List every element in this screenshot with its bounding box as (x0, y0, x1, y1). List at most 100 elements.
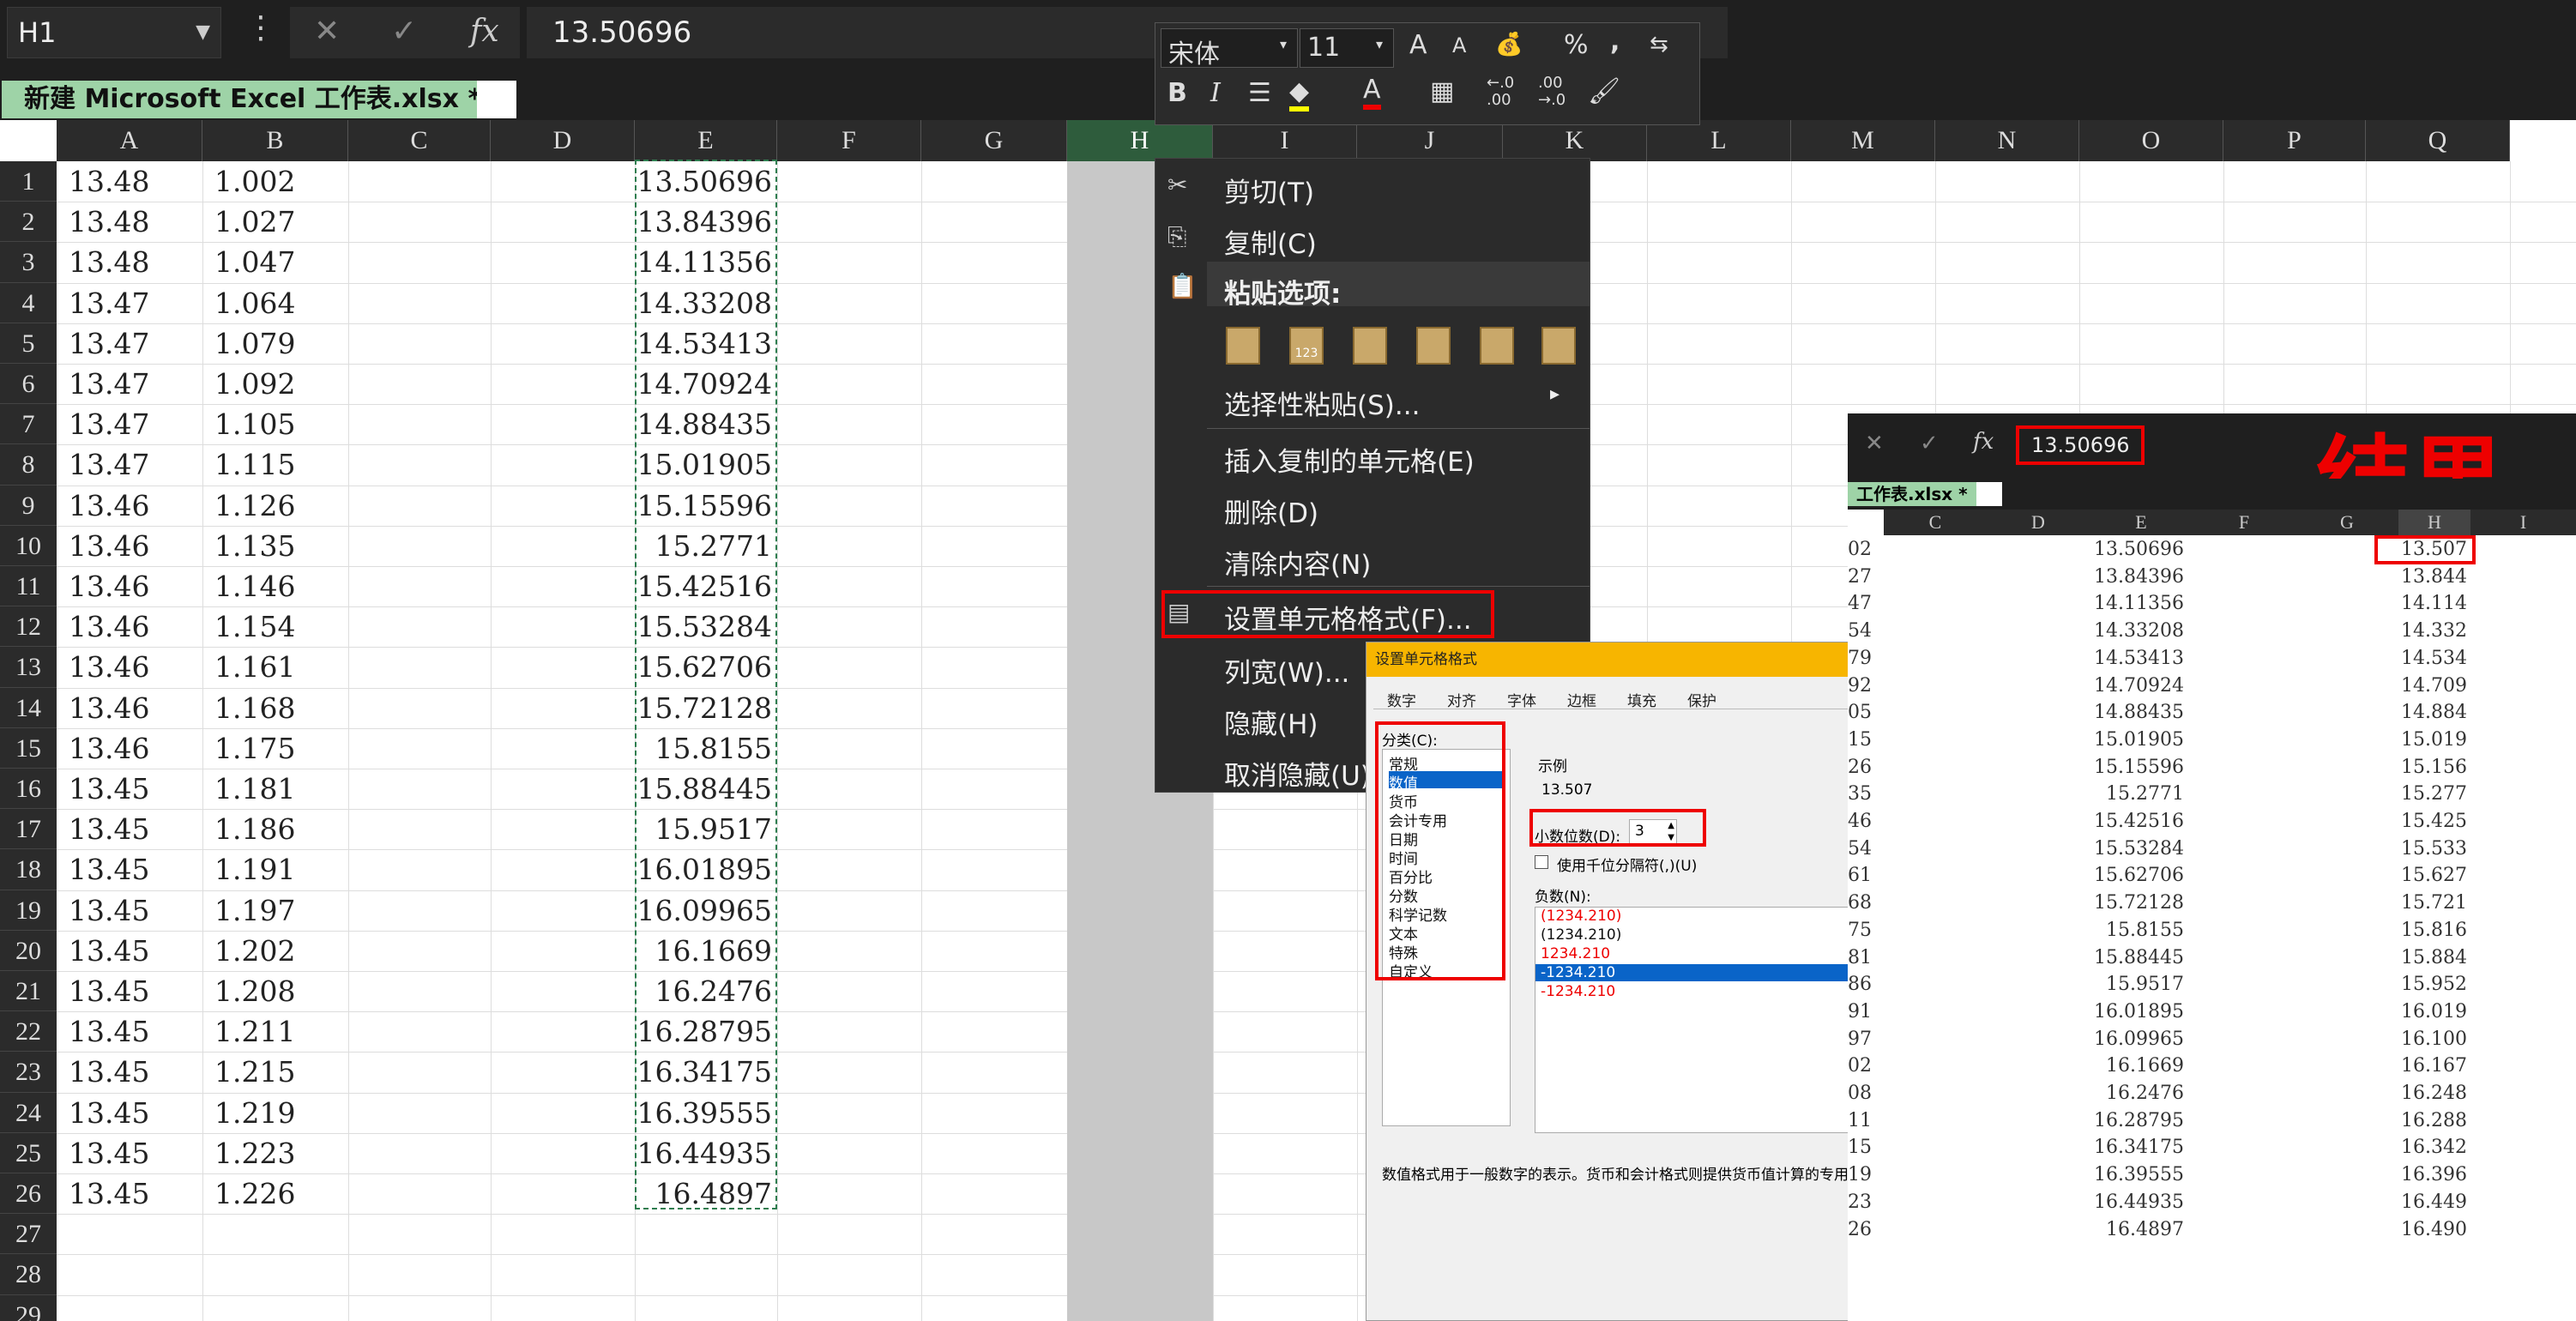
column-header-q[interactable]: Q (2366, 120, 2510, 161)
cancel-icon[interactable]: ✕ (314, 14, 340, 49)
wrap-icon[interactable]: ⇆ (1650, 32, 1668, 57)
cell[interactable]: 1.135 (214, 529, 295, 563)
column-header-f[interactable]: F (777, 120, 921, 161)
new-tab-button[interactable] (477, 81, 516, 118)
cell[interactable]: 1.175 (214, 732, 295, 765)
cell[interactable]: 13.47 (69, 327, 149, 360)
size-select[interactable]: 11 ▾ (1300, 28, 1394, 68)
row-header[interactable]: 27 (0, 1214, 57, 1255)
cell[interactable]: 1.186 (214, 812, 295, 846)
menu-column-width[interactable]: 列宽(W)... (1224, 651, 1349, 690)
row-header[interactable]: 17 (0, 809, 57, 850)
menu-cut[interactable]: 剪切(T) (1224, 171, 1314, 209)
cell[interactable]: 1.079 (214, 327, 295, 360)
row-header[interactable]: 25 (0, 1132, 57, 1173)
cell[interactable]: 13.46 (69, 691, 149, 725)
tab-font[interactable]: 字体 (1507, 689, 1536, 710)
column-header-k[interactable]: K (1503, 120, 1647, 161)
cell[interactable]: 1.223 (214, 1137, 295, 1170)
percent-icon[interactable]: % (1564, 30, 1589, 60)
cell[interactable]: 1.191 (214, 853, 295, 886)
column-header-n[interactable]: N (1935, 120, 2079, 161)
tab-alignment[interactable]: 对齐 (1447, 689, 1476, 710)
cell[interactable]: 1.064 (214, 287, 295, 320)
comma-icon[interactable]: , (1610, 27, 1620, 57)
column-header-c[interactable]: C (348, 120, 491, 161)
cell[interactable]: 1.126 (214, 489, 295, 522)
row-header[interactable]: 9 (0, 485, 57, 526)
cell[interactable]: 1.202 (214, 934, 295, 968)
currency-icon[interactable]: 💰 (1495, 32, 1523, 57)
cell[interactable]: 1.002 (214, 165, 295, 198)
row-header[interactable]: 28 (0, 1254, 57, 1295)
tab-protection[interactable]: 保护 (1687, 689, 1716, 710)
chevron-down-icon[interactable]: ▼ (196, 8, 210, 57)
cell[interactable]: 1.146 (214, 570, 295, 603)
cell[interactable]: 1.219 (214, 1096, 295, 1130)
paste-transpose-icon[interactable] (1480, 327, 1514, 365)
paste-formatting-icon[interactable] (1416, 327, 1451, 365)
column-header-p[interactable]: P (2223, 120, 2366, 161)
menu-paste-special[interactable]: 选择性粘贴(S)... (1224, 383, 1420, 422)
name-box[interactable]: H1 ▼ (7, 7, 221, 58)
cell[interactable]: 13.46 (69, 489, 149, 522)
menu-copy[interactable]: 复制(C) (1224, 222, 1317, 261)
cell[interactable]: 13.46 (69, 650, 149, 684)
row-header[interactable]: 11 (0, 566, 57, 607)
row-header[interactable]: 1 (0, 161, 57, 202)
menu-clear[interactable]: 清除内容(N) (1224, 543, 1371, 582)
cell[interactable]: 13.46 (69, 529, 149, 563)
column-header-h[interactable]: H (1067, 120, 1213, 161)
row-header[interactable]: 10 (0, 525, 57, 566)
negative-option[interactable]: 1234.210 (1541, 945, 1610, 962)
cell[interactable]: 13.45 (69, 1137, 149, 1170)
column-header-a[interactable]: A (57, 120, 202, 161)
cell[interactable]: 1.105 (214, 407, 295, 441)
cell[interactable]: 1.092 (214, 367, 295, 401)
cell[interactable]: 1.168 (214, 691, 295, 725)
thousands-checkbox[interactable] (1535, 855, 1548, 869)
function-icon[interactable]: fx (470, 14, 499, 49)
column-header-m[interactable]: M (1791, 120, 1935, 161)
cell[interactable]: 1.154 (214, 610, 295, 643)
paste-values-icon[interactable]: 123 (1289, 327, 1324, 365)
row-header[interactable]: 29 (0, 1294, 57, 1321)
cell[interactable]: 13.48 (69, 165, 149, 198)
format-painter-icon[interactable]: 🖌 (1588, 76, 1620, 106)
cell[interactable]: 13.45 (69, 894, 149, 927)
row-header[interactable]: 26 (0, 1173, 57, 1215)
row-header[interactable]: 13 (0, 647, 57, 688)
column-header-g[interactable]: G (921, 120, 1067, 161)
cell[interactable]: 13.47 (69, 287, 149, 320)
cell[interactable]: 13.45 (69, 1015, 149, 1048)
cell[interactable]: 1.208 (214, 974, 295, 1008)
column-header-o[interactable]: O (2079, 120, 2223, 161)
font-select[interactable]: 宋体 ▾ (1161, 28, 1298, 69)
cell[interactable]: 13.46 (69, 732, 149, 765)
row-header[interactable]: 18 (0, 849, 57, 890)
cell[interactable]: 13.45 (69, 1055, 149, 1089)
cell[interactable]: 13.46 (69, 570, 149, 603)
paste-formulas-icon[interactable] (1353, 327, 1387, 365)
workbook-tab[interactable]: 新建 Microsoft Excel 工作表.xlsx * (2, 81, 501, 118)
row-header[interactable]: 21 (0, 971, 57, 1012)
tab-border[interactable]: 边框 (1567, 689, 1596, 710)
cell[interactable]: 13.45 (69, 1177, 149, 1210)
cell[interactable]: 13.47 (69, 448, 149, 481)
cell[interactable]: 13.45 (69, 974, 149, 1008)
cell[interactable]: 13.45 (69, 812, 149, 846)
font-color-icon[interactable]: A (1363, 75, 1381, 110)
cell[interactable]: 13.45 (69, 934, 149, 968)
bold-icon[interactable]: B (1167, 78, 1187, 108)
cell[interactable]: 13.48 (69, 205, 149, 238)
cell[interactable]: 1.115 (214, 448, 295, 481)
align-icon[interactable]: ☰ (1248, 78, 1271, 108)
negative-option[interactable]: -1234.210 (1541, 964, 1615, 981)
cell[interactable]: 1.226 (214, 1177, 295, 1210)
row-header[interactable]: 23 (0, 1052, 57, 1093)
row-header[interactable]: 24 (0, 1092, 57, 1133)
row-header[interactable]: 22 (0, 1011, 57, 1053)
confirm-icon[interactable]: ✓ (391, 14, 417, 49)
menu-delete[interactable]: 删除(D) (1224, 492, 1318, 530)
row-header[interactable]: 20 (0, 930, 57, 971)
